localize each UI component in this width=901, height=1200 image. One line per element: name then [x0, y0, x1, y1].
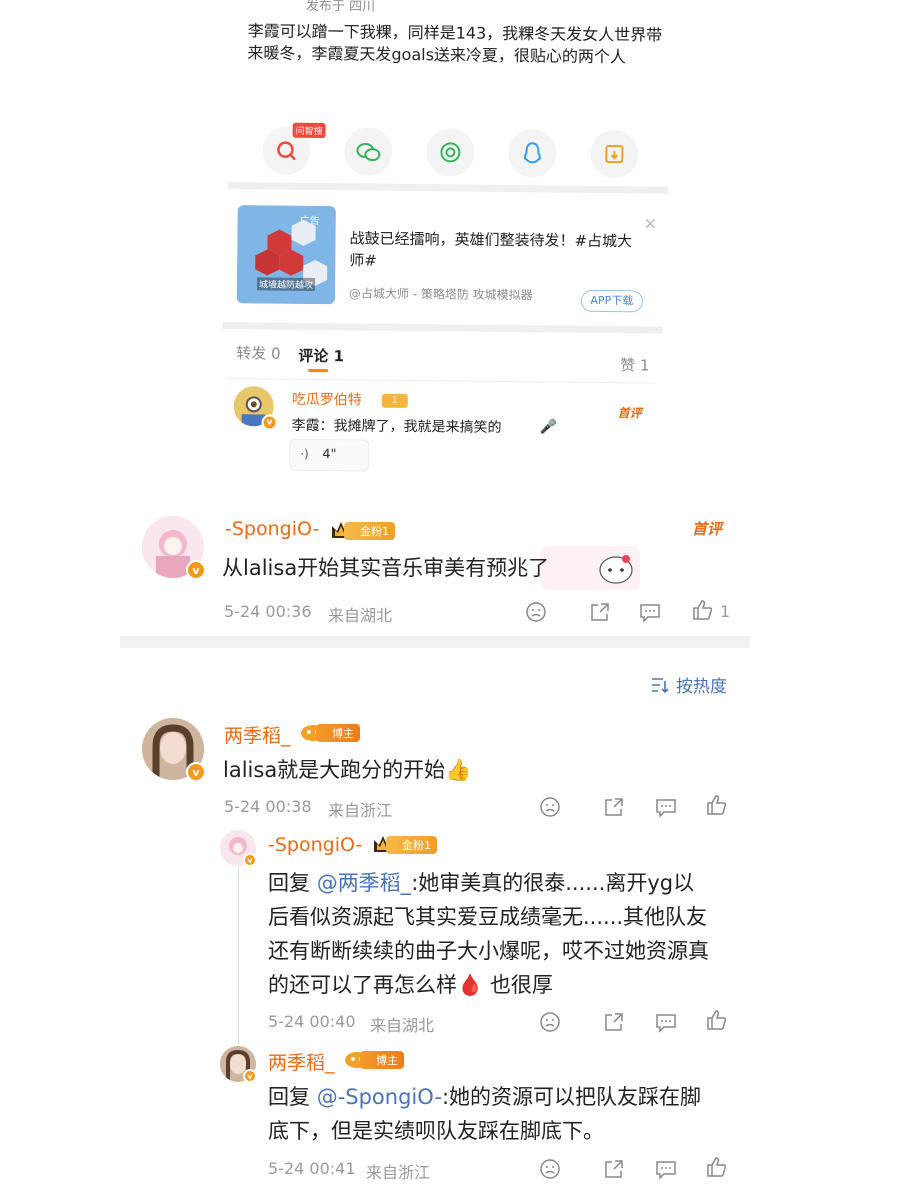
ask-search-badge: 问智搜 — [292, 122, 326, 139]
tab-indicator — [308, 368, 329, 373]
voice-message[interactable]: ·) 4" — [289, 438, 370, 472]
mention-link[interactable]: @-SpongiO- — [317, 1085, 442, 1109]
ad-thumb-caption: 城墙越防越攻 — [256, 277, 316, 291]
comment-icon[interactable] — [638, 600, 662, 624]
comment-time: 5-24 00:38 — [224, 797, 312, 816]
qq-button[interactable] — [508, 129, 557, 178]
sort-icon — [652, 677, 669, 693]
moments-button[interactable] — [426, 128, 475, 177]
voice-wave-icon: ·) — [300, 446, 309, 461]
sort-label: 按热度 — [676, 677, 727, 697]
tabs-divider — [226, 378, 657, 384]
first-comment-tag: 首评 — [617, 406, 642, 421]
sort-button[interactable]: 按热度 — [650, 672, 727, 697]
like-icon[interactable] — [704, 1008, 728, 1032]
verified-badge: v — [243, 1069, 257, 1083]
fan-badge: 金粉1 — [386, 836, 437, 854]
like-icon[interactable] — [704, 793, 728, 817]
reply-prefix: 回复 — [268, 871, 317, 895]
comment-username[interactable]: 吃瓜罗伯特 — [292, 389, 362, 410]
ask-search-icon — [277, 141, 296, 161]
comment-username[interactable]: -SpongiO- — [225, 518, 319, 540]
dislike-icon[interactable] — [524, 600, 548, 624]
blood-drop-icon: 🩸 — [457, 973, 484, 997]
reply-body-end: 也很厚 — [483, 973, 553, 997]
screenshot-card: 发布于 四川 李霞可以蹭一下我粿，同样是143，我粿冬天发女人世界带来暖冬，李霞… — [216, 0, 672, 483]
comment-text-body: lalisa就是大跑分的开始 — [223, 758, 446, 782]
save-image-icon — [605, 145, 624, 164]
comment-icon[interactable] — [654, 1157, 678, 1181]
microphone-icon: 🎤 — [539, 419, 558, 436]
verified-badge: v — [186, 560, 206, 580]
like-icon[interactable] — [690, 598, 714, 622]
post-location: 发布于 四川 — [305, 0, 376, 15]
comment-username[interactable]: 两季稻_ — [224, 721, 291, 748]
verified-badge: v — [261, 414, 278, 431]
verified-badge: v — [186, 762, 206, 782]
blogger-badge: 博主 — [360, 1051, 404, 1069]
qq-icon — [523, 142, 541, 164]
reply-location: 来自湖北 — [370, 1016, 435, 1035]
comment-location: 来自浙江 — [328, 801, 393, 820]
dislike-icon[interactable] — [538, 1157, 562, 1181]
comment-text: lalisa就是大跑分的开始👍 — [223, 754, 471, 784]
share-icon[interactable] — [588, 600, 612, 624]
verified-badge: v — [243, 853, 257, 867]
hello-kitty-decoration — [599, 555, 633, 584]
divider — [222, 322, 663, 334]
ad-download-button[interactable]: APP下载 — [580, 289, 643, 313]
fan-badge: 金粉1 — [344, 522, 395, 540]
ad-source[interactable]: @占城大师 - 策略塔防 攻城模拟器 — [349, 284, 533, 303]
save-image-button[interactable] — [590, 129, 639, 179]
reply-text: 回复 @两季稻_:她审美真的很泰......离开yg以后看似资源起飞其实爱豆成绩… — [268, 866, 714, 1002]
level-badge: 1 — [381, 393, 408, 408]
comment-icon[interactable] — [654, 795, 678, 819]
voice-duration: 4" — [322, 447, 337, 463]
comment-icon[interactable] — [654, 1010, 678, 1034]
share-icon[interactable] — [602, 795, 626, 819]
share-icon[interactable] — [602, 1010, 626, 1034]
divider — [228, 182, 669, 194]
tab-like[interactable]: 赞 1 — [620, 354, 650, 375]
comment-time: 5-24 00:36 — [224, 602, 312, 621]
wechat-button[interactable] — [344, 127, 393, 176]
reply-username[interactable]: 两季稻_ — [268, 1048, 335, 1075]
reply-prefix: 回复 — [268, 1085, 317, 1109]
comment-location: 来自湖北 — [328, 606, 393, 625]
reply-time: 5-24 00:41 — [268, 1159, 356, 1178]
mention-link[interactable]: @两季稻_ — [317, 871, 412, 895]
comment-text: 从lalisa开始其实音乐审美有预兆了 — [222, 556, 550, 580]
reply-username[interactable]: -SpongiO- — [268, 834, 362, 856]
reply-time: 5-24 00:40 — [268, 1012, 356, 1031]
like-icon[interactable] — [704, 1155, 728, 1179]
ad-tag: 广告 — [299, 215, 320, 228]
dislike-icon[interactable] — [538, 795, 562, 819]
first-comment-tag: 首评 — [692, 520, 723, 538]
comment-text: 李霞：我摊牌了，我就是来搞笑的 — [291, 417, 502, 436]
ad-thumbnail[interactable]: 广告 城墙越防越攻 — [236, 205, 336, 305]
ad-close-icon[interactable]: ✕ — [644, 214, 658, 233]
section-divider — [120, 636, 750, 648]
ad-text[interactable]: 战鼓已经擂响，英雄们整装待发！#占城大师# — [349, 227, 639, 274]
thread-line — [238, 866, 239, 1044]
tab-comment[interactable]: 评论 1 — [298, 345, 344, 366]
wechat-icon — [356, 143, 381, 162]
reply-text: 回复 @-SpongiO-:她的资源可以把队友踩在脚底下，但是实绩呗队友踩在脚底… — [268, 1080, 714, 1148]
post-body: 李霞可以蹭一下我粿，同样是143，我粿冬天发女人世界带来暖冬，李霞夏天发goal… — [247, 21, 663, 67]
blogger-badge: 博主 — [316, 724, 360, 742]
thumbs-up-icon: 👍 — [445, 758, 472, 782]
tab-repost[interactable]: 转发 0 — [236, 342, 281, 363]
dislike-icon[interactable] — [538, 1010, 562, 1034]
moments-icon — [440, 142, 461, 163]
share-icon[interactable] — [602, 1157, 626, 1181]
reply-location: 来自浙江 — [366, 1163, 431, 1182]
like-count: 1 — [720, 602, 731, 621]
